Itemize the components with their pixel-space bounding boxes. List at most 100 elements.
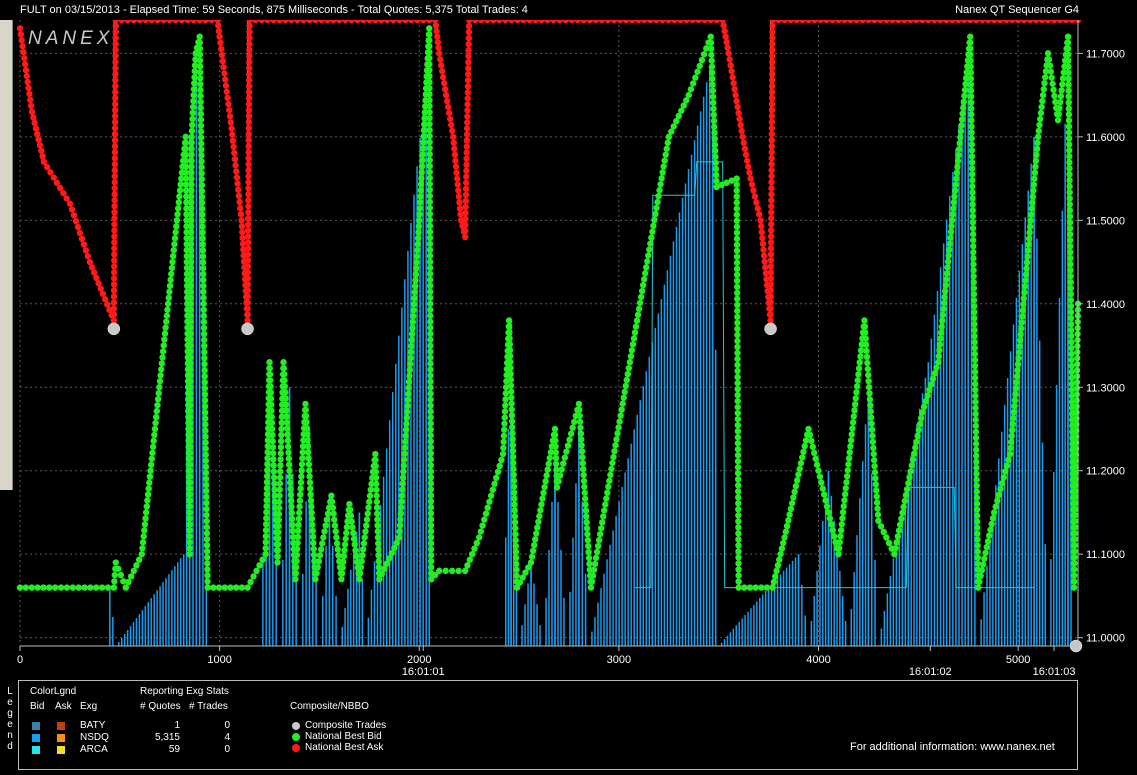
best-ask-dot (464, 101, 471, 108)
best-ask-dot (245, 143, 252, 150)
best-bid-dot (306, 467, 313, 474)
best-bid-dot (200, 270, 207, 278)
best-bid-dot (1066, 231, 1074, 238)
best-bid-dot (359, 546, 367, 553)
best-bid-dot (735, 548, 742, 555)
best-ask-dot (732, 91, 739, 99)
best-ask-dot (111, 112, 119, 120)
best-bid-dot (846, 449, 853, 456)
best-ask-dot (229, 131, 236, 138)
best-bid-dot (960, 104, 967, 111)
best-bid-dot (1073, 391, 1080, 398)
best-bid-dot (374, 540, 382, 547)
best-bid-dot (182, 145, 190, 152)
best-bid-dot (929, 375, 937, 383)
best-bid-dot (575, 400, 583, 408)
best-bid-dot (841, 497, 848, 504)
best-bid-dot (733, 229, 741, 236)
best-ask-dot (244, 293, 251, 300)
best-bid-dot (28, 584, 35, 591)
best-bid-dot (566, 436, 573, 443)
best-ask-dot (244, 233, 252, 240)
best-bid-dot (419, 157, 426, 164)
best-bid-dot (278, 425, 285, 433)
best-ask-dot (768, 124, 776, 132)
best-bid-dot (970, 243, 977, 250)
best-bid-dot (426, 61, 433, 68)
best-bid-dot (275, 522, 282, 530)
best-bid-dot (708, 57, 715, 64)
best-bid-dot (651, 216, 658, 224)
best-bid-dot (187, 431, 194, 439)
best-bid-dot (970, 267, 977, 274)
best-bid-dot (862, 329, 869, 336)
best-bid-dot (426, 85, 433, 92)
best-bid-dot (848, 431, 855, 438)
best-bid-dot (692, 74, 699, 81)
best-bid-dot (375, 546, 382, 553)
best-bid-dot (968, 147, 976, 154)
best-ask-dot (452, 157, 459, 164)
best-ask-dot (24, 78, 31, 86)
best-bid-dot (366, 492, 374, 499)
best-bid-dot (994, 497, 1001, 504)
best-bid-dot (908, 462, 916, 469)
best-bid-dot (569, 424, 576, 431)
best-bid-dot (200, 330, 208, 338)
best-bid-dot (734, 470, 742, 477)
best-bid-dot (268, 419, 276, 427)
best-bid-dot (403, 420, 410, 427)
best-bid-dot (147, 461, 155, 468)
best-bid-dot (782, 528, 790, 535)
best-bid-dot (324, 510, 332, 517)
best-bid-dot (304, 443, 312, 450)
best-bid-dot (426, 246, 434, 254)
best-bid-dot (407, 354, 414, 362)
best-bid-dot (840, 503, 847, 510)
best-bid-dot (659, 169, 666, 176)
best-bid-dot (201, 373, 208, 380)
best-bid-dot (400, 456, 408, 463)
best-bid-dot (366, 498, 373, 505)
best-ask-dot (110, 281, 118, 288)
best-bid-dot (792, 482, 800, 490)
best-bid-dot (734, 301, 741, 309)
best-bid-dot (305, 455, 312, 462)
best-ask-dot (734, 103, 741, 111)
best-bid-dot (970, 290, 978, 298)
best-ask-dot (465, 40, 472, 48)
best-ask-dot (448, 127, 456, 135)
best-ask-dot (224, 94, 231, 102)
best-bid-dot (873, 493, 880, 500)
best-bid-dot (374, 510, 381, 517)
best-bid-dot (608, 465, 615, 473)
best-ask-dot (440, 74, 447, 81)
best-bid-dot (576, 412, 583, 419)
best-bid-dot (197, 80, 204, 88)
best-bid-dot (869, 432, 876, 440)
best-bid-dot (864, 359, 871, 367)
best-ask-dot (111, 239, 118, 246)
best-bid-dot (906, 474, 913, 481)
best-bid-dot (635, 305, 643, 313)
best-bid-dot (1048, 74, 1055, 81)
best-bid-dot (471, 545, 478, 552)
best-bid-dot (970, 261, 977, 268)
best-bid-dot (227, 584, 234, 591)
best-bid-dot (538, 501, 545, 508)
best-bid-dot (427, 360, 434, 367)
best-bid-dot (506, 352, 514, 360)
best-bid-dot (629, 341, 637, 348)
best-ask-dot (231, 149, 238, 157)
best-ask-dot (245, 161, 252, 168)
best-bid-dot (907, 468, 914, 475)
best-ask-dot (110, 305, 118, 312)
best-bid-dot (529, 547, 537, 555)
best-ask-dot (767, 263, 775, 270)
best-bid-dot (734, 464, 742, 471)
best-bid-dot (174, 205, 182, 212)
bid-color-swatch (32, 722, 40, 730)
best-bid-dot (734, 289, 741, 297)
best-bid-dot (373, 498, 381, 505)
best-bid-dot (979, 561, 987, 568)
